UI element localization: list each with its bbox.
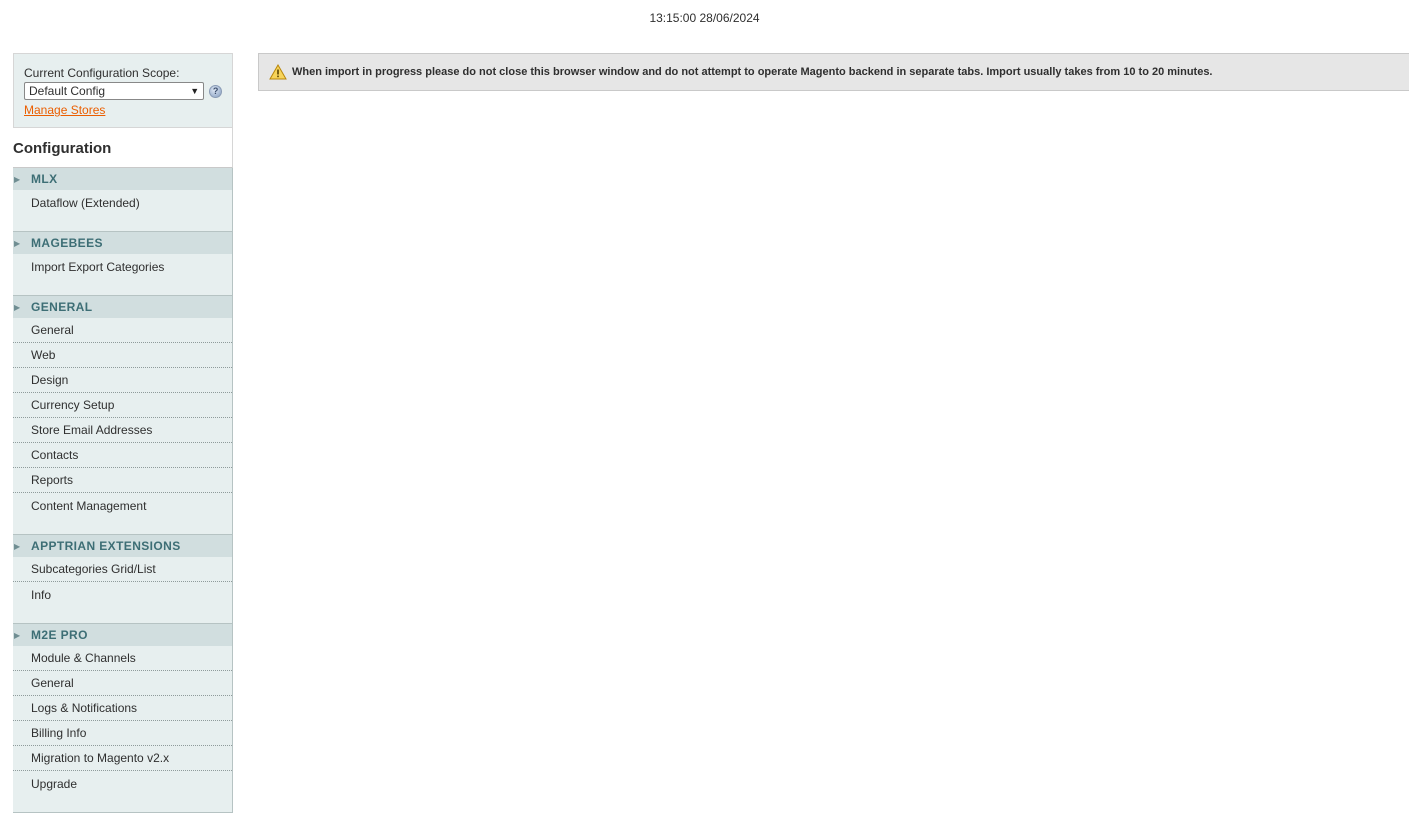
- sidebar-item[interactable]: Module & Channels: [13, 646, 232, 671]
- timestamp: 13:15:00 28/06/2024: [649, 11, 760, 25]
- sidebar-item[interactable]: Content Management: [13, 493, 232, 518]
- scope-select-value: Default Config: [29, 84, 106, 98]
- sidebar-item[interactable]: Reports: [13, 468, 232, 493]
- import-notice: When import in progress please do not cl…: [258, 53, 1409, 91]
- section-items: Subcategories Grid/List Info: [13, 557, 232, 623]
- notice-text: When import in progress please do not cl…: [292, 66, 1213, 78]
- triangle-right-icon: ▶: [14, 238, 21, 248]
- scope-select[interactable]: Default Config ▼: [24, 82, 205, 100]
- sidebar-item[interactable]: Logs & Notifications: [13, 696, 232, 721]
- sidebar-item[interactable]: Info: [13, 582, 232, 607]
- sidebar-item[interactable]: Billing Info: [13, 721, 232, 746]
- sidebar-item[interactable]: Upgrade: [13, 771, 232, 796]
- sidebar-item[interactable]: Subcategories Grid/List: [13, 557, 232, 582]
- section-title: MAGEBEES: [31, 236, 103, 250]
- sidebar: Current Configuration Scope: Default Con…: [13, 53, 233, 819]
- sidebar-item[interactable]: Store Email Addresses: [13, 418, 232, 443]
- warning-icon: [269, 64, 287, 80]
- section-items: Import Export Categories: [13, 254, 232, 295]
- sidebar-item[interactable]: General: [13, 318, 232, 343]
- config-scope-box: Current Configuration Scope: Default Con…: [13, 53, 233, 128]
- config-section: ▶ GENERAL General Web Design Currency Setup St…: [13, 296, 233, 535]
- section-header[interactable]: ▶ M2E PRO: [13, 624, 232, 646]
- config-section: ▶ APPTRIAN EXTENSIONS Subcategories Grid/L…: [13, 535, 233, 624]
- help-icon[interactable]: ?: [209, 84, 222, 98]
- sidebar-item[interactable]: Contacts: [13, 443, 232, 468]
- section-title: M2E PRO: [31, 628, 88, 642]
- section-items: Dataflow (Extended): [13, 190, 232, 231]
- section-items: General Web Design Currency Setup Store Emai…: [13, 318, 232, 534]
- sidebar-item[interactable]: Dataflow (Extended): [13, 190, 232, 215]
- triangle-right-icon: ▶: [14, 541, 21, 551]
- scope-row: Default Config ▼ ?: [24, 82, 222, 100]
- section-header[interactable]: ▶ GENERAL: [13, 296, 232, 318]
- sidebar-item[interactable]: Currency Setup: [13, 393, 232, 418]
- manage-stores-link[interactable]: Manage Stores: [24, 103, 105, 117]
- triangle-right-icon: ▶: [14, 302, 21, 312]
- chevron-down-icon: ▼: [190, 86, 200, 96]
- sidebar-item[interactable]: Web: [13, 343, 232, 368]
- section-header[interactable]: ▶ MLX: [13, 168, 232, 190]
- section-header[interactable]: ▶ APPTRIAN EXTENSIONS: [13, 535, 232, 557]
- sidebar-item[interactable]: Import Export Categories: [13, 254, 232, 279]
- section-items: Module & Channels General Logs & Notificat…: [13, 646, 232, 812]
- triangle-right-icon: ▶: [14, 174, 21, 184]
- config-sections: ▶ MLX Dataflow (Extended) ▶ MAGEBEES Import E…: [13, 168, 233, 813]
- section-header[interactable]: ▶ MAGEBEES: [13, 232, 232, 254]
- config-section: ▶ MAGEBEES Import Export Categories: [13, 232, 233, 296]
- triangle-right-icon: ▶: [14, 630, 21, 640]
- config-section: ▶ MLX Dataflow (Extended): [13, 168, 233, 232]
- section-title: APPTRIAN EXTENSIONS: [31, 539, 181, 553]
- section-title: MLX: [31, 172, 58, 186]
- configuration-title: Configuration: [13, 128, 233, 168]
- config-section: ▶ M2E PRO Module & Channels General Logs & N…: [13, 624, 233, 813]
- sidebar-item[interactable]: Migration to Magento v2.x: [13, 746, 232, 771]
- sidebar-item[interactable]: General: [13, 671, 232, 696]
- sidebar-item[interactable]: Design: [13, 368, 232, 393]
- section-title: GENERAL: [31, 300, 93, 314]
- scope-label: Current Configuration Scope:: [24, 66, 180, 80]
